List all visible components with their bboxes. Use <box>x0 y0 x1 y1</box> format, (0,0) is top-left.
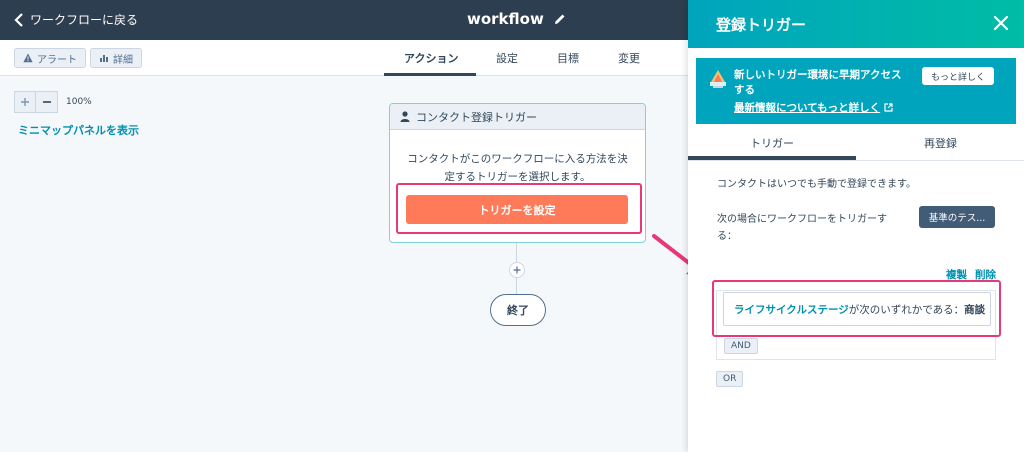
test-criteria-button[interactable]: 基準のテス... <box>919 206 995 228</box>
enrollment-trigger-panel: 登録トリガー 新しいトリガー環境に早期アクセスする 最新情報についてもっと詳しく… <box>688 0 1024 452</box>
alert-button[interactable]: アラート <box>14 48 86 68</box>
workflow-name: workflow <box>467 10 544 28</box>
plus-icon <box>21 98 29 106</box>
back-label: ワークフローに戻る <box>30 13 139 27</box>
highlight-box <box>712 280 1001 337</box>
trigger-card-header: コンタクト登録トリガー <box>390 104 645 130</box>
top-navigation-bar: ワークフローに戻る workflow <box>0 0 688 40</box>
external-link-icon <box>884 103 893 112</box>
contact-icon <box>400 111 410 122</box>
warning-icon <box>23 53 33 63</box>
tab-settings[interactable]: 設定 <box>496 50 518 66</box>
close-panel-button[interactable] <box>993 15 1009 31</box>
tab-re-enrollment[interactable]: 再登録 <box>924 135 957 151</box>
banner-text: 新しいトリガー環境に早期アクセスする <box>734 69 902 96</box>
plus-icon <box>513 266 521 274</box>
trigger-condition-label-cont: る： <box>717 231 737 242</box>
connector-line <box>516 243 517 262</box>
workflow-title[interactable]: workflow <box>467 10 566 28</box>
tab-trigger[interactable]: トリガー <box>750 135 794 151</box>
learn-more-link[interactable]: 最新情報についてもっと詳しく <box>734 100 893 115</box>
trigger-condition-label: 次の場合にワークフローをトリガーす <box>717 214 887 225</box>
tab-actions[interactable]: アクション <box>404 50 458 66</box>
connector-line <box>516 278 517 294</box>
trigger-card-title: コンタクト登録トリガー <box>416 110 537 124</box>
tab-changes[interactable]: 変更 <box>618 50 640 66</box>
early-access-banner: 新しいトリガー環境に早期アクセスする 最新情報についてもっと詳しく もっと詳しく <box>696 58 1016 124</box>
back-to-workflows-link[interactable]: ワークフローに戻る <box>14 11 138 28</box>
minus-icon <box>42 101 51 103</box>
trigger-card-description: コンタクトがこのワークフローに入る方法を決 定するトリガーを選択します。 <box>407 153 628 183</box>
show-minimap-link[interactable]: ミニマップパネルを表示 <box>18 122 139 138</box>
details-button[interactable]: 詳細 <box>90 48 142 68</box>
zoom-out-button[interactable] <box>36 91 58 113</box>
manual-enrollment-text: コンタクトはいつでも手動で登録できます。 <box>717 179 916 190</box>
zoom-level: 100% <box>66 97 92 107</box>
zoom-controls <box>14 91 58 113</box>
panel-header: 登録トリガー <box>688 0 1024 48</box>
and-button[interactable]: AND <box>724 338 758 354</box>
panel-title: 登録トリガー <box>716 16 807 34</box>
bar-chart-icon <box>100 55 108 62</box>
workflow-toolbar: アラート 詳細 アクション 設定 目標 変更 <box>0 40 688 76</box>
close-icon <box>993 15 1009 31</box>
learn-more-button[interactable]: もっと詳しく <box>922 67 994 85</box>
zoom-in-button[interactable] <box>14 91 36 113</box>
workflow-end-node: 終了 <box>490 294 546 326</box>
set-trigger-button[interactable]: トリガーを設定 <box>406 195 628 224</box>
tab-divider <box>688 160 1024 161</box>
or-button[interactable]: OR <box>716 371 744 387</box>
chevron-left-icon <box>14 12 23 27</box>
pencil-icon[interactable] <box>554 13 566 25</box>
add-action-button[interactable] <box>509 262 525 278</box>
hot-air-balloon-icon <box>710 70 726 88</box>
active-tab-indicator <box>384 73 476 76</box>
tab-goals[interactable]: 目標 <box>557 50 579 66</box>
